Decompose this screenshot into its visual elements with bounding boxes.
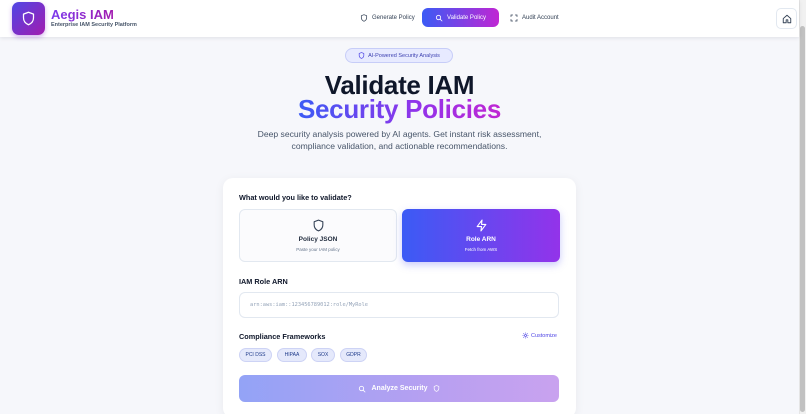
analyze-label: Analyze Security xyxy=(371,385,428,392)
description-line: compliance validation, and actionable re… xyxy=(291,141,508,151)
analyze-security-button[interactable]: Analyze Security xyxy=(239,375,559,402)
shield-icon xyxy=(358,52,365,59)
badge-label: AI-Powered Security Analysis xyxy=(368,52,440,59)
nav-validate-policy[interactable]: Validate Policy xyxy=(422,8,499,27)
page-title-line2: Security Policies xyxy=(0,94,799,125)
framework-chip-pci-dss[interactable]: PCI DSS xyxy=(239,348,272,362)
option-subtitle: Fetch from AWS xyxy=(464,247,498,252)
scan-icon xyxy=(510,14,518,21)
page-title-highlight: Security Policies xyxy=(297,94,501,124)
option-role-arn[interactable]: Role ARN Fetch from AWS xyxy=(402,209,560,262)
framework-chip-gdpr[interactable]: GDPR xyxy=(340,348,367,362)
gear-icon xyxy=(522,332,529,339)
customize-label: Customize xyxy=(531,332,557,339)
home-button[interactable] xyxy=(776,8,797,29)
ai-badge: AI-Powered Security Analysis xyxy=(345,48,453,63)
top-header: Aegis IAM Enterprise IAM Security Platfo… xyxy=(0,0,799,37)
home-icon xyxy=(782,14,791,23)
brand-title: Aegis IAM xyxy=(51,7,114,22)
page-description: Deep security analysis powered by AI age… xyxy=(0,128,799,152)
arn-input[interactable] xyxy=(239,292,559,318)
search-icon xyxy=(435,14,443,21)
shield-icon xyxy=(22,11,35,26)
nav-label: Validate Policy xyxy=(447,14,486,21)
shield-icon xyxy=(433,385,439,392)
framework-chip-hipaa[interactable]: HIPAA xyxy=(277,348,307,362)
brand-subtitle: Enterprise IAM Security Platform xyxy=(51,22,137,28)
search-icon xyxy=(359,385,366,392)
description-line: Deep security analysis powered by AI age… xyxy=(257,129,542,139)
option-subtitle: Paste your IAM policy xyxy=(296,247,340,252)
frameworks-label: Compliance Frameworks xyxy=(239,332,326,341)
customize-link[interactable]: Customize xyxy=(522,332,557,339)
scrollbar-thumb[interactable] xyxy=(800,26,805,412)
shield-icon xyxy=(360,13,368,22)
option-title: Policy JSON xyxy=(298,236,338,243)
option-title: Role ARN xyxy=(466,236,496,243)
option-policy-json[interactable]: Policy JSON Paste your IAM policy xyxy=(239,209,397,262)
framework-chip-sox[interactable]: SOX xyxy=(311,348,335,362)
lightning-icon xyxy=(476,219,486,232)
shield-icon xyxy=(313,219,323,232)
brand-logo[interactable] xyxy=(12,2,45,35)
validate-question: What would you like to validate? xyxy=(239,193,352,202)
nav-label: Generate Policy xyxy=(372,14,415,21)
nav-label: Audit Account xyxy=(522,14,559,21)
arn-label: IAM Role ARN xyxy=(239,277,288,286)
nav-generate-policy[interactable]: Generate Policy xyxy=(354,8,421,27)
nav-audit-account[interactable]: Audit Account xyxy=(504,8,565,27)
